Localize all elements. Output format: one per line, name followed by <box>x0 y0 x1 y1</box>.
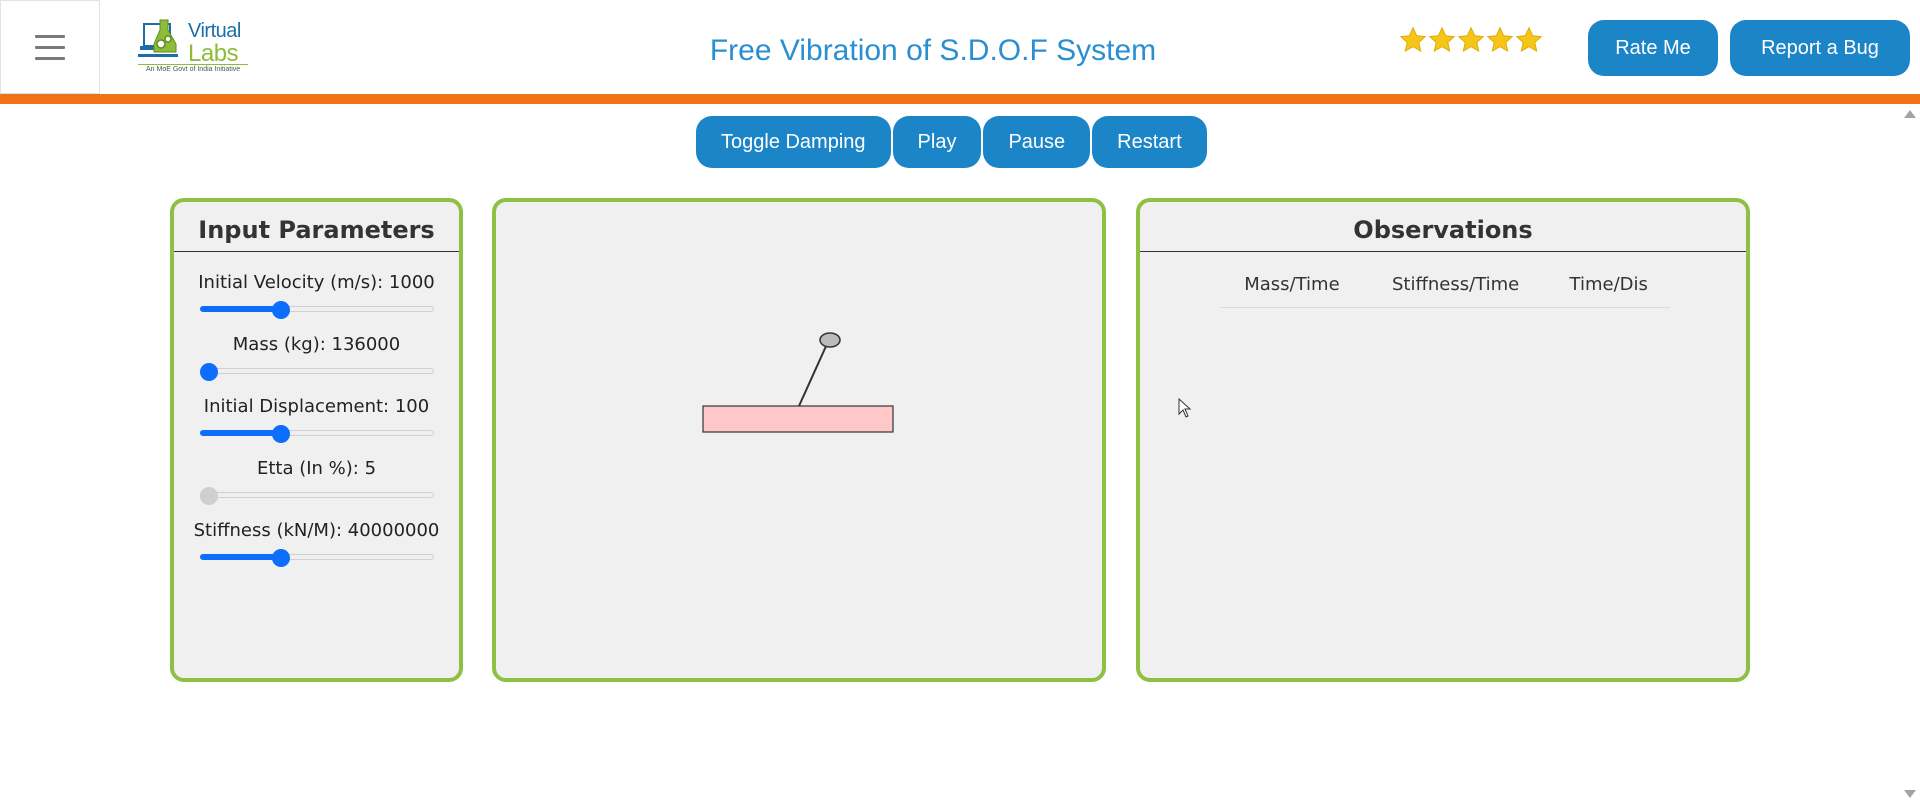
slider-thumb[interactable] <box>199 363 218 381</box>
parameter-label: Etta (In %): 5 <box>256 458 377 479</box>
column-header: Time/Dis <box>1547 266 1670 308</box>
slider-fill <box>199 554 282 560</box>
observations-title: Observations <box>1140 202 1746 252</box>
toggle-damping-button[interactable]: Toggle Damping <box>696 116 891 168</box>
play-button[interactable]: Play <box>892 116 982 168</box>
column-header: Mass/Time <box>1220 266 1364 308</box>
observations-table: Mass/Time Stiffness/Time Time/Dis <box>1220 266 1670 308</box>
star-icon[interactable] <box>1399 26 1427 54</box>
parameter-slider[interactable] <box>199 549 434 567</box>
scroll-down-arrow-icon[interactable] <box>1904 790 1916 798</box>
slider-track <box>199 492 434 498</box>
header-divider <box>0 94 1920 104</box>
parameter-label: Stiffness (kN/M): 40000000 <box>193 520 440 541</box>
observations-header-row: Mass/Time Stiffness/Time Time/Dis <box>1220 266 1670 308</box>
parameter-group: Etta (In %): 5 <box>174 458 459 505</box>
spring-rod <box>798 343 828 407</box>
star-icon[interactable] <box>1428 26 1456 54</box>
input-parameters-title: Input Parameters <box>174 202 459 252</box>
star-icon[interactable] <box>1457 26 1485 54</box>
pause-button[interactable]: Pause <box>983 116 1091 168</box>
simulation-canvas[interactable] <box>492 198 1106 682</box>
parameter-slider[interactable] <box>199 425 434 443</box>
input-parameters-panel: Input Parameters Initial Velocity (m/s):… <box>170 198 463 682</box>
parameter-group: Initial Velocity (m/s): 1000 <box>174 272 459 319</box>
star-icon[interactable] <box>1515 26 1543 54</box>
rate-me-button[interactable]: Rate Me <box>1588 20 1718 76</box>
parameter-slider <box>199 487 434 505</box>
page-title: Free Vibration of S.D.O.F System <box>709 34 1157 67</box>
slider-thumb <box>199 487 218 505</box>
mass-block <box>702 405 894 433</box>
parameter-label: Mass (kg): 136000 <box>232 334 401 355</box>
star-icon[interactable] <box>1486 26 1514 54</box>
scroll-up-arrow-icon[interactable] <box>1904 110 1916 118</box>
pendulum-bob <box>819 332 841 348</box>
parameter-group: Stiffness (kN/M): 40000000 <box>174 520 459 567</box>
observations-panel: Observations Mass/Time Stiffness/Time Ti… <box>1136 198 1750 682</box>
parameter-slider[interactable] <box>199 301 434 319</box>
simulation-drawing <box>702 332 894 433</box>
slider-thumb[interactable] <box>272 549 291 567</box>
parameter-label: Initial Velocity (m/s): 1000 <box>198 272 435 293</box>
rating-stars[interactable] <box>1399 26 1543 54</box>
column-header: Stiffness/Time <box>1363 266 1548 308</box>
slider-fill <box>199 430 282 436</box>
report-bug-button[interactable]: Report a Bug <box>1730 20 1910 76</box>
header: Virtual Labs An MoE Govt of India Initia… <box>0 0 1920 96</box>
parameter-label: Initial Displacement: 100 <box>203 396 430 417</box>
slider-track <box>199 368 434 374</box>
parameter-slider[interactable] <box>199 363 434 381</box>
slider-fill <box>199 306 282 312</box>
restart-button[interactable]: Restart <box>1092 116 1207 168</box>
simulation-controls: Toggle Damping Play Pause Restart <box>696 116 1207 168</box>
parameter-group: Initial Displacement: 100 <box>174 396 459 443</box>
parameter-group: Mass (kg): 136000 <box>174 334 459 381</box>
mouse-cursor-icon <box>1178 398 1192 418</box>
slider-thumb[interactable] <box>272 301 291 319</box>
slider-thumb[interactable] <box>272 425 291 443</box>
